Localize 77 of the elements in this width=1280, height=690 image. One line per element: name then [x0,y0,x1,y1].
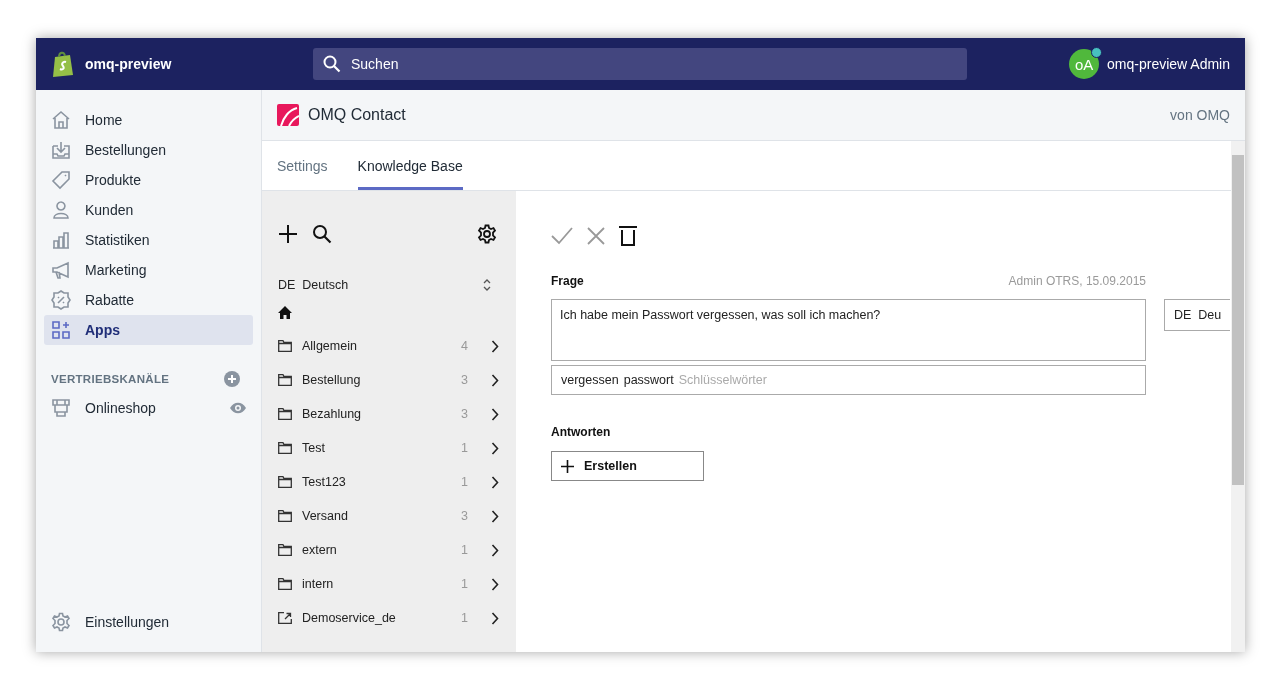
author-date: Admin OTRS, 15.09.2015 [1008,274,1146,288]
chevron-right-icon [491,441,499,455]
nav-item[interactable]: Marketing [44,255,253,285]
apps-icon [51,320,71,340]
inbox-icon [51,140,71,160]
nav-item[interactable]: Kunden [44,195,253,225]
app-logo-icon [277,104,299,126]
keywords-field[interactable]: vergessen passwort Schlüsselwörter [551,365,1146,395]
online-dot [1091,47,1103,58]
folder-icon [278,476,292,488]
close-icon[interactable] [587,227,605,245]
category-item[interactable]: intern 1 [278,567,499,601]
nav-item[interactable]: Apps [44,315,253,345]
category-item[interactable]: Bezahlung 3 [278,397,499,431]
tag-icon [51,170,71,190]
nav-item[interactable]: Rabatte [44,285,253,315]
user-name[interactable]: omq-preview Admin [1107,56,1230,72]
folder-icon [278,510,292,522]
nav-item[interactable]: Bestellungen [44,135,253,165]
chevron-updown-icon [483,278,491,292]
nav-item[interactable]: Statistiken [44,225,253,255]
create-button[interactable]: Erstellen [551,451,704,481]
field-label: Antworten [551,425,612,439]
add-icon [561,459,574,473]
chevron-right-icon [491,543,499,557]
category-item[interactable]: Allgemein 4 [278,329,499,363]
folder-icon [278,442,292,454]
chevron-right-icon [491,373,499,387]
chevron-right-icon [491,611,499,625]
chevron-right-icon [491,509,499,523]
nav-item[interactable]: Onlineshop [44,393,253,423]
question-field[interactable]: Ich habe mein Passwort vergessen, was soll ich machen? [551,299,1146,361]
nav-item[interactable]: Produkte [44,165,253,195]
megaphone-icon [51,260,71,280]
search-field[interactable]: Suchen [313,48,967,80]
folder-icon [278,544,292,556]
folder-icon [278,408,292,420]
scrollbar[interactable] [1231,141,1245,652]
nav-item[interactable]: Einstellungen [44,607,253,637]
chevron-right-icon [491,577,499,591]
field-label: Frage [551,274,584,288]
add-icon[interactable] [278,224,298,244]
app-title: OMQ Contact [308,106,406,124]
folder-icon [278,374,292,386]
category-item[interactable]: extern 1 [278,533,499,567]
section-heading: VERTRIEBSKANÄLE [51,373,170,385]
nav-item[interactable]: Home [44,105,253,135]
checkmark-icon[interactable] [551,227,573,245]
search-icon [323,55,341,73]
external-link-icon [278,612,292,624]
vendor-label: von OMQ [1170,107,1230,123]
settings-icon [51,612,71,632]
eye-icon[interactable] [230,402,246,414]
store-name[interactable]: omq-preview [85,56,172,72]
category-item[interactable]: Demoservice_de 1 [278,601,499,635]
folder-icon [278,578,292,590]
settings-icon[interactable] [477,224,497,244]
category-item[interactable]: Bestellung 3 [278,363,499,397]
category-item[interactable]: Versand 3 [278,499,499,533]
store-icon [51,398,71,418]
chevron-right-icon [491,339,499,353]
discount-icon [51,290,71,310]
home-icon [51,110,71,130]
home-icon[interactable] [278,305,292,319]
chevron-right-icon [491,407,499,421]
category-item[interactable]: Test123 1 [278,465,499,499]
tab[interactable]: Settings [277,141,328,190]
category-item[interactable]: Test 1 [278,431,499,465]
folder-icon [278,340,292,352]
chevron-right-icon [491,475,499,489]
search-icon[interactable] [312,224,332,244]
bar-chart-icon [51,230,71,250]
trash-icon[interactable] [619,226,637,246]
language-select[interactable]: DE Deu [1164,299,1231,331]
language-select[interactable]: DE Deutsch [278,275,499,295]
shopping-bag-icon [51,50,75,78]
person-icon [51,200,71,220]
